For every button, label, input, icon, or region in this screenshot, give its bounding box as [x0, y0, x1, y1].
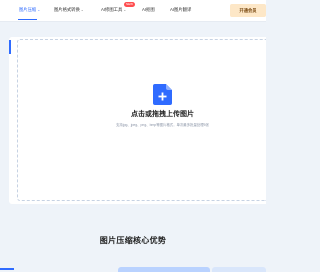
chevron-down-icon: ⌄: [37, 8, 41, 12]
chevron-down-icon: ⌄: [123, 8, 127, 12]
nav-item-label: 图片格式转换: [54, 7, 80, 12]
panel-marker: [9, 40, 11, 54]
active-nav-indicator: [18, 19, 37, 20]
section-title: 图片压缩核心优势: [99, 236, 167, 245]
vip-button[interactable]: 开通会员: [230, 4, 266, 17]
nav-item-label: AI抠图: [142, 7, 155, 12]
nav-item-ai-retouch[interactable]: AI修图工具⌄: [101, 7, 126, 13]
nav-item-image-compress[interactable]: 图片压缩⌄: [19, 7, 40, 13]
new-badge: NEW: [124, 2, 135, 7]
upload-hint: 支持jpg、jpeg、png、bmp等图片格式，单次最多批量处理5张: [116, 123, 209, 127]
feature-card-tab[interactable]: [212, 267, 266, 272]
nav-item-label: AI图片翻译: [170, 7, 192, 12]
nav-item-format-convert[interactable]: 图片格式转换⌄: [54, 7, 84, 13]
nav-item-ai-translate[interactable]: AI图片翻译: [170, 7, 191, 13]
nav-item-label: AI修图工具: [101, 7, 123, 12]
top-navigation-bar: 图片压缩⌄ 图片格式转换⌄ AI修图工具⌄ NEW AI抠图 AI图片翻译 开通…: [0, 0, 266, 22]
chevron-down-icon: ⌄: [80, 8, 84, 12]
add-file-icon[interactable]: [153, 84, 172, 105]
upload-title: 点击或拖拽上传图片: [131, 111, 194, 118]
nav-item-label: 图片压缩: [19, 7, 37, 12]
nav-item-ai-cutout[interactable]: AI抠图: [142, 7, 155, 13]
footer-indicator: [0, 268, 14, 270]
upload-dropzone[interactable]: [17, 39, 266, 201]
feature-card-tab[interactable]: [118, 267, 210, 272]
